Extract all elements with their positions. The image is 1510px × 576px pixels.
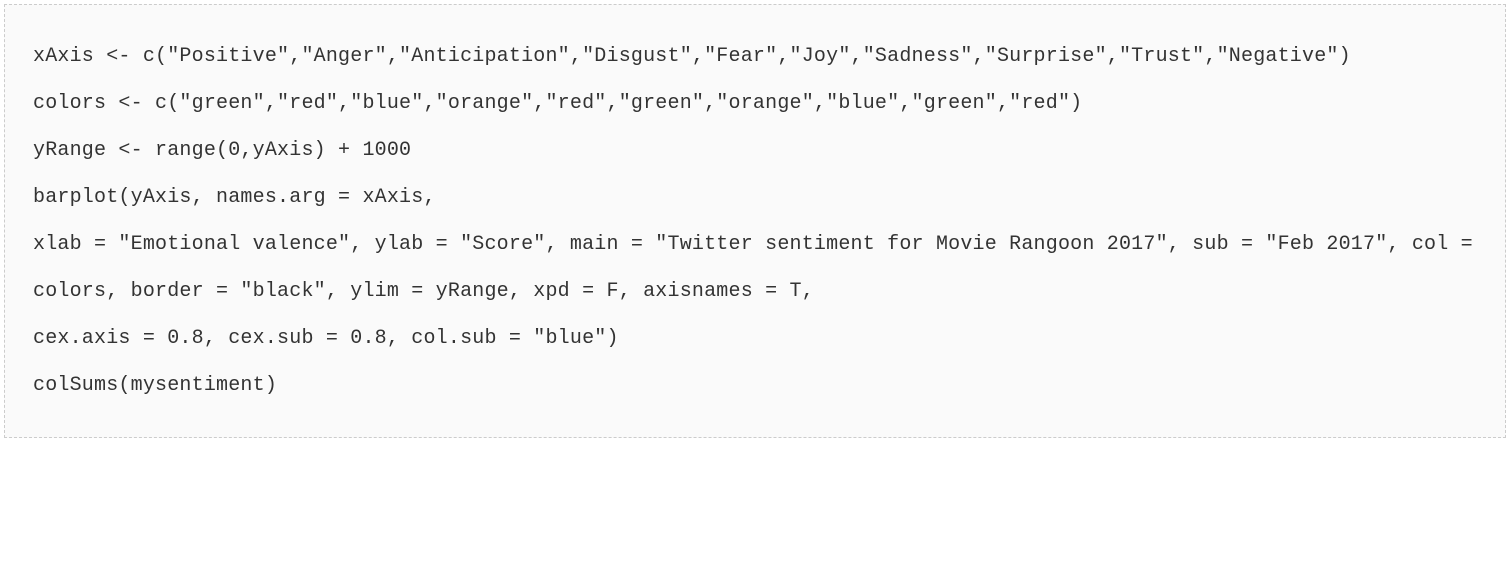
- code-line-3: yRange <- range(0,yAxis) + 1000: [33, 139, 411, 162]
- code-line-7: colSums(mysentiment): [33, 374, 277, 397]
- code-line-1: xAxis <- c("Positive","Anger","Anticipat…: [33, 45, 1351, 68]
- code-line-2: colors <- c("green","red","blue","orange…: [33, 92, 1082, 115]
- code-block: xAxis <- c("Positive","Anger","Anticipat…: [4, 4, 1506, 438]
- code-line-4: barplot(yAxis, names.arg = xAxis,: [33, 186, 436, 209]
- code-line-6: cex.axis = 0.8, cex.sub = 0.8, col.sub =…: [33, 327, 619, 350]
- code-line-5: xlab = "Emotional valence", ylab = "Scor…: [33, 233, 1485, 303]
